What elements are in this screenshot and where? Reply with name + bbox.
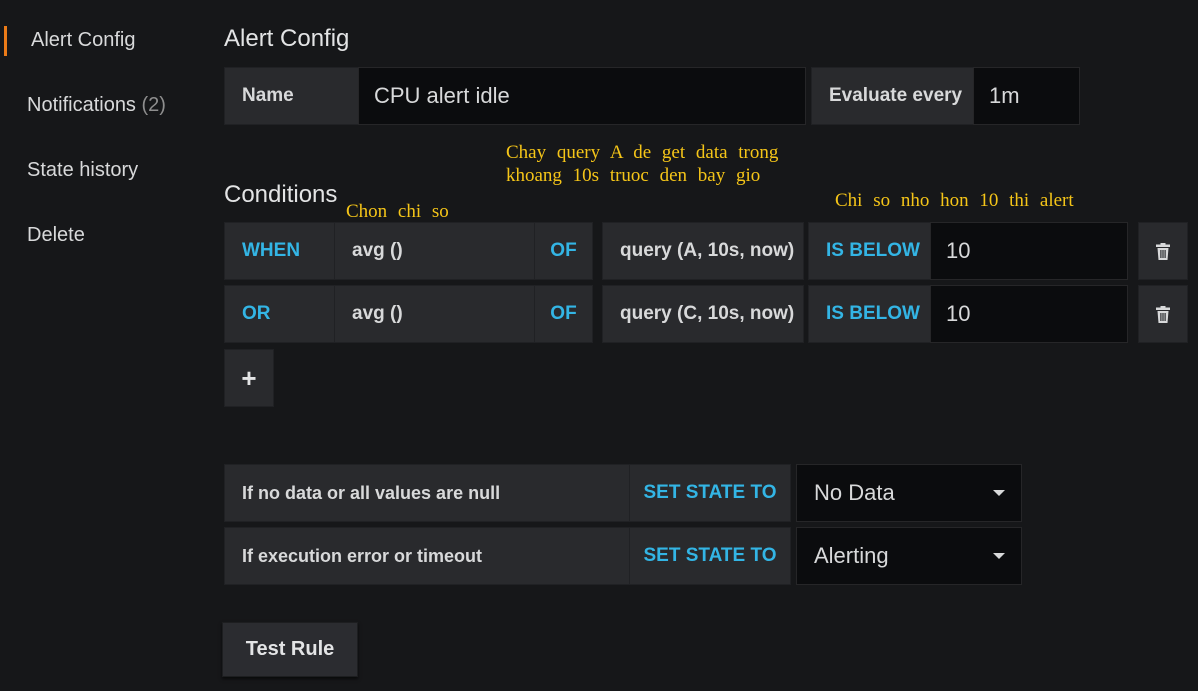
condition-reducer[interactable]: avg ()	[334, 222, 535, 280]
sidebar-item-label: Alert Config	[31, 29, 136, 51]
plus-icon: +	[241, 362, 257, 393]
sidebar-item-alert-config[interactable]: Alert Config	[31, 29, 136, 52]
conditions-title: Conditions	[224, 181, 338, 208]
reducer-annotation: Chon chi so	[346, 201, 449, 222]
condition-query[interactable]: query (C, 10s, now)	[602, 285, 804, 343]
notifications-count: (2)	[141, 94, 166, 116]
trash-icon	[1156, 305, 1170, 323]
condition-evaluator[interactable]: IS BELOW	[808, 285, 932, 343]
sidebar-item-notifications[interactable]: Notifications (2)	[27, 94, 166, 117]
trash-icon	[1156, 242, 1170, 260]
threshold-annotation: Chi so nho hon 10 thi alert	[835, 190, 1074, 211]
no-data-state-value: No Data	[814, 480, 895, 505]
sidebar-item-state-history[interactable]: State history	[27, 159, 138, 182]
execution-error-state-select[interactable]: Alerting	[796, 527, 1022, 585]
name-input[interactable]: CPU alert idle	[358, 67, 806, 125]
condition-threshold-input[interactable]: 10	[930, 222, 1128, 280]
execution-error-label: If execution error or timeout	[224, 527, 631, 585]
execution-error-state-value: Alerting	[814, 543, 889, 568]
condition-evaluator[interactable]: IS BELOW	[808, 222, 932, 280]
evaluate-every-input[interactable]: 1m	[973, 67, 1080, 125]
evaluate-every-label: Evaluate every	[811, 67, 975, 125]
condition-of-label: OF	[534, 285, 593, 343]
sidebar-item-label: Delete	[27, 224, 85, 246]
condition-query[interactable]: query (A, 10s, now)	[602, 222, 804, 280]
delete-condition-button[interactable]	[1138, 222, 1188, 280]
caret-down-icon	[993, 490, 1005, 496]
caret-down-icon	[993, 553, 1005, 559]
condition-of-label: OF	[534, 222, 593, 280]
no-data-set-state-label: SET STATE TO	[629, 464, 791, 522]
sidebar-item-label: Notifications	[27, 94, 136, 116]
condition-reducer[interactable]: avg ()	[334, 285, 535, 343]
add-condition-button[interactable]: +	[224, 349, 274, 407]
sidebar-item-label: State history	[27, 159, 139, 181]
condition-operator-when[interactable]: WHEN	[224, 222, 336, 280]
condition-threshold-input[interactable]: 10	[930, 285, 1128, 343]
sidebar-item-delete[interactable]: Delete	[27, 224, 85, 247]
delete-condition-button[interactable]	[1138, 285, 1188, 343]
query-annotation-line2: khoang 10s truoc den bay gio	[506, 165, 761, 186]
test-rule-button[interactable]: Test Rule	[222, 622, 358, 677]
name-label: Name	[224, 67, 359, 125]
query-annotation-line1: Chay query A de get data trong	[506, 142, 779, 163]
sidebar-active-indicator	[4, 26, 7, 56]
execution-error-set-state-label: SET STATE TO	[629, 527, 791, 585]
query-annotation: Chay query A de get data trong khoang 10…	[506, 141, 778, 187]
no-data-state-select[interactable]: No Data	[796, 464, 1022, 522]
condition-operator-or[interactable]: OR	[224, 285, 336, 343]
page-title: Alert Config	[224, 25, 350, 52]
no-data-label: If no data or all values are null	[224, 464, 631, 522]
